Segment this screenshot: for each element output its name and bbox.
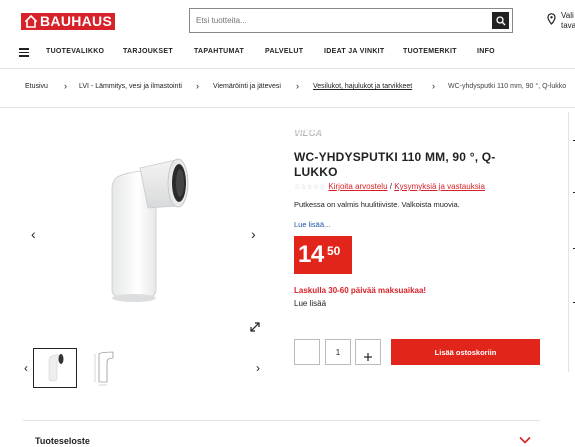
store-selector[interactable]: Vali tava bbox=[547, 11, 575, 35]
nav-item-tarjoukset[interactable]: TARJOUKSET bbox=[123, 48, 173, 55]
payment-promo: Laskulla 30-60 päivää maksuaikaa! bbox=[294, 286, 427, 295]
side-panel bbox=[568, 112, 575, 372]
nav-item-tuotemerkit[interactable]: TUOTEMERKIT bbox=[403, 48, 457, 55]
breadcrumb-lvi[interactable]: LVI - Lämmitys, vesi ja ilmastointi bbox=[79, 83, 182, 90]
chevron-down-icon[interactable] bbox=[519, 436, 531, 444]
breadcrumb-current: WC-yhdysputki 110 mm, 90 °, Q-lukko bbox=[448, 83, 567, 90]
location-pin-icon bbox=[547, 13, 556, 25]
breadcrumb-home[interactable]: Etusivu bbox=[25, 83, 48, 90]
search-button[interactable] bbox=[492, 12, 509, 29]
quantity-input[interactable] bbox=[325, 339, 351, 365]
chevron-right-icon: › bbox=[296, 81, 299, 91]
rating-stars[interactable]: ☆☆☆☆☆ bbox=[294, 184, 325, 191]
quantity-decrease-button[interactable] bbox=[294, 339, 320, 365]
breadcrumb-vesilukot[interactable]: Vesilukot, hajulukot ja tarvikkeet bbox=[313, 83, 412, 90]
thumb-next-arrow[interactable]: › bbox=[256, 361, 260, 375]
chevron-right-icon: › bbox=[196, 81, 199, 91]
nav-item-info[interactable]: INFO bbox=[477, 48, 495, 55]
nav-item-tapahtumat[interactable]: TAPAHTUMAT bbox=[194, 48, 244, 55]
search-icon bbox=[495, 15, 505, 25]
write-review-link[interactable]: Kirjoita arvostelu bbox=[328, 182, 387, 191]
product-description: Putkessa on valmis huulitiiviste. Valkoi… bbox=[294, 200, 460, 209]
questions-link[interactable]: Kysymyksiä ja vastauksia bbox=[394, 182, 485, 191]
nav-item-tuotevalikko[interactable]: TUOTEVALIKKO bbox=[46, 48, 104, 55]
logo-text: BAUHAUS bbox=[40, 13, 113, 29]
search-bar bbox=[189, 8, 513, 33]
chevron-right-icon: › bbox=[64, 81, 67, 91]
rating-separator: / bbox=[389, 182, 392, 191]
brand-logo[interactable]: VIEGA bbox=[294, 128, 352, 137]
store-label-line2: tava bbox=[561, 21, 575, 30]
nav-item-palvelut[interactable]: PALVELUT bbox=[265, 48, 303, 55]
breadcrumb-viemarointi[interactable]: Viemäröinti ja jätevesi bbox=[213, 83, 281, 90]
read-more-link[interactable]: Lue lisää... bbox=[294, 220, 330, 229]
breadcrumb: Etusivu › LVI - Lämmitys, vesi ja ilmast… bbox=[0, 80, 575, 94]
svg-text:VIEGA: VIEGA bbox=[294, 128, 322, 137]
menu-icon[interactable] bbox=[19, 48, 29, 57]
store-label-line1: Vali bbox=[561, 11, 574, 20]
product-image bbox=[111, 158, 189, 302]
add-to-cart-button[interactable]: Lisää ostoskoriin bbox=[391, 339, 540, 365]
search-input[interactable] bbox=[190, 9, 490, 32]
thumbnail-1[interactable] bbox=[33, 348, 77, 388]
plus-icon bbox=[364, 353, 372, 361]
bauhaus-logo[interactable]: BAUHAUS bbox=[21, 13, 115, 30]
site-header: BAUHAUS Vali tava bbox=[0, 0, 575, 42]
nav-item-ideat[interactable]: IDEAT JA VINKIT bbox=[324, 48, 385, 55]
quantity-increase-button[interactable] bbox=[355, 339, 381, 365]
thumb-prev-arrow[interactable]: ‹ bbox=[24, 361, 28, 375]
price-whole: 14 bbox=[298, 241, 324, 268]
header-divider bbox=[0, 68, 575, 69]
breadcrumb-divider bbox=[0, 107, 575, 108]
house-icon bbox=[25, 15, 37, 28]
main-nav: TUOTEVALIKKO TARJOUKSET TAPAHTUMAT PALVE… bbox=[0, 42, 575, 64]
thumbnail-pipe-image bbox=[48, 354, 64, 382]
price-cents: 50 bbox=[327, 244, 341, 258]
promo-read-more-link[interactable]: Lue lisää bbox=[294, 299, 326, 308]
chevron-right-icon: › bbox=[432, 81, 435, 91]
accordion-title[interactable]: Tuoteseloste bbox=[35, 436, 90, 446]
accordion-divider bbox=[23, 420, 540, 421]
rating-row: ☆☆☆☆☆ Kirjoita arvostelu / Kysymyksiä ja … bbox=[294, 182, 485, 191]
product-title: WC-YHDYSPUTKI 110 MM, 90 °, Q-LUKKO bbox=[294, 150, 496, 179]
thumbnail-drawing-image bbox=[94, 351, 114, 386]
price-tag: 14 50 bbox=[294, 236, 352, 274]
thumbnail-2[interactable] bbox=[85, 348, 129, 388]
expand-icon[interactable] bbox=[249, 321, 261, 333]
